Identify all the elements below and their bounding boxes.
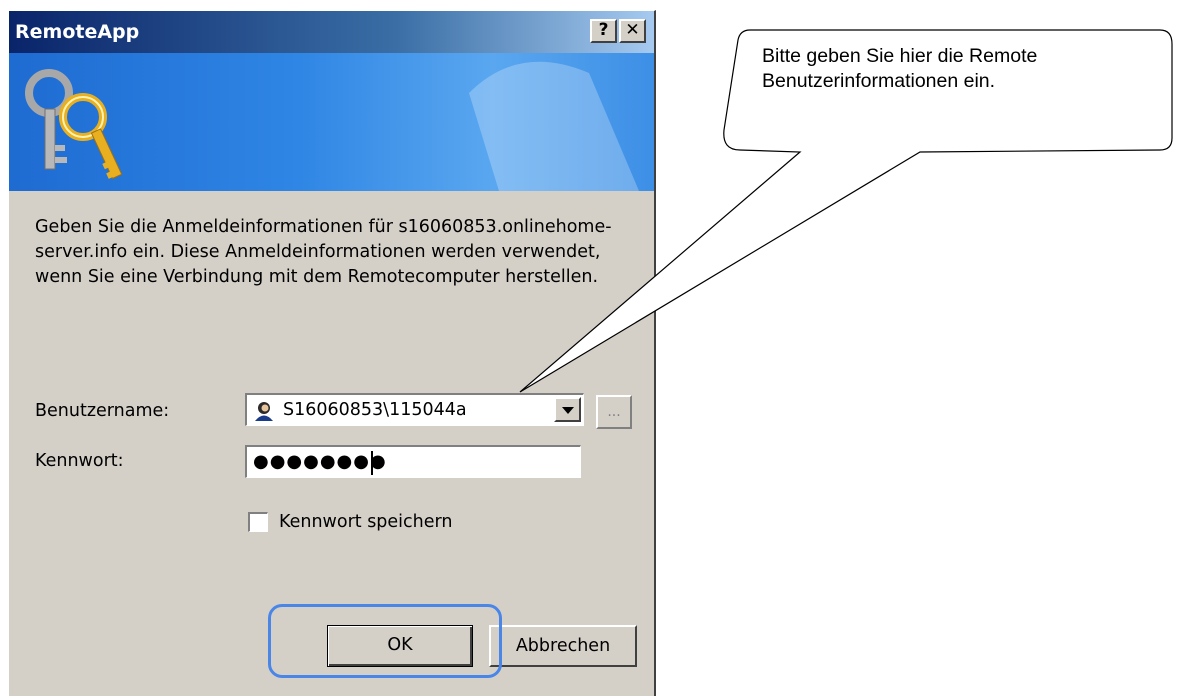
callout-bubble <box>519 29 1173 393</box>
callout-text: Bitte geben Sie hier die Remote Benutzer… <box>762 45 1038 92</box>
